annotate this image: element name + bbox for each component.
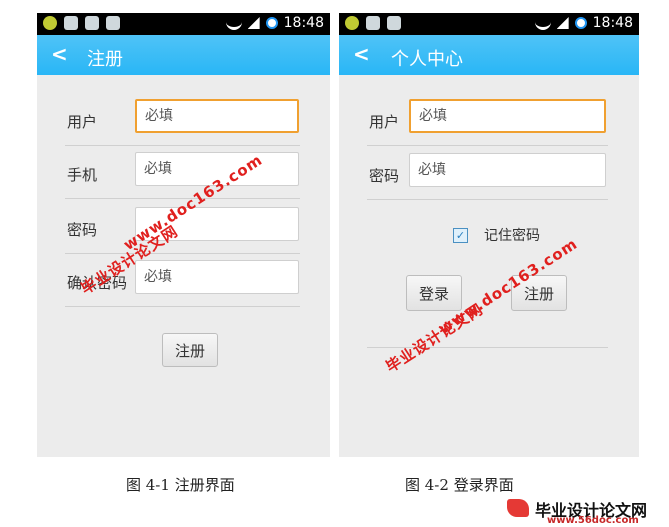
status-bar: 18:48: [37, 13, 330, 35]
login-button[interactable]: 登录: [406, 275, 463, 311]
signal-icon: [556, 17, 569, 29]
confirm-password-input[interactable]: [135, 260, 299, 294]
title-bar: < 注册: [37, 35, 330, 75]
username-input[interactable]: [409, 99, 606, 133]
status-time: 18:48: [592, 15, 633, 31]
username-label: 用户: [369, 113, 400, 131]
checkbox-checked-icon[interactable]: ✓: [453, 227, 468, 243]
wifi-icon: [225, 16, 242, 30]
signal-icon: [247, 17, 260, 29]
image-icon: [106, 16, 120, 30]
phone-label: 手机: [67, 166, 98, 184]
status-time: 18:48: [283, 15, 324, 31]
username-label: 用户: [67, 113, 98, 131]
logo-mark-icon: [507, 499, 529, 517]
register-screen: 18:48 < 注册 用户 手机 密码 确认密码 注册: [37, 13, 330, 457]
username-row: 用户: [367, 93, 608, 146]
battery-icon: [574, 17, 587, 29]
register-button[interactable]: 注册: [162, 333, 219, 367]
battery-icon: [265, 17, 278, 29]
usb-icon: [85, 16, 99, 30]
wifi-icon: [534, 16, 551, 30]
login-screen: 18:48 < 个人中心 用户 密码 ✓ 记住密码 登录 注册: [339, 13, 639, 457]
figure-caption-left: 图 4-1 注册界面: [126, 476, 235, 494]
site-logo: 毕业设计论文网 www.56doc.com: [507, 497, 647, 526]
app-notification-icon: [345, 16, 359, 30]
remember-password-label: 记住密码: [484, 228, 540, 244]
password-label: 密码: [67, 221, 98, 239]
username-input[interactable]: [135, 99, 299, 133]
page-title: 个人中心: [391, 49, 463, 70]
usb-icon: [387, 16, 401, 30]
figure-caption-right: 图 4-2 登录界面: [405, 476, 514, 494]
password-input[interactable]: [409, 153, 606, 187]
page-title: 注册: [87, 49, 123, 70]
app-notification-icon: [43, 16, 57, 30]
title-bar: < 个人中心: [339, 35, 639, 75]
phone-row: 手机: [65, 146, 300, 199]
username-row: 用户: [65, 93, 300, 146]
password-row: 密码: [367, 147, 608, 200]
status-bar: 18:48: [339, 13, 639, 35]
remember-password-option[interactable]: ✓ 记住密码: [453, 225, 540, 245]
android-icon: [64, 16, 78, 30]
back-arrow-icon[interactable]: <: [353, 42, 370, 66]
password-label: 密码: [369, 167, 400, 185]
logo-url: www.56doc.com: [547, 515, 639, 526]
back-arrow-icon[interactable]: <: [51, 42, 68, 66]
android-icon: [366, 16, 380, 30]
